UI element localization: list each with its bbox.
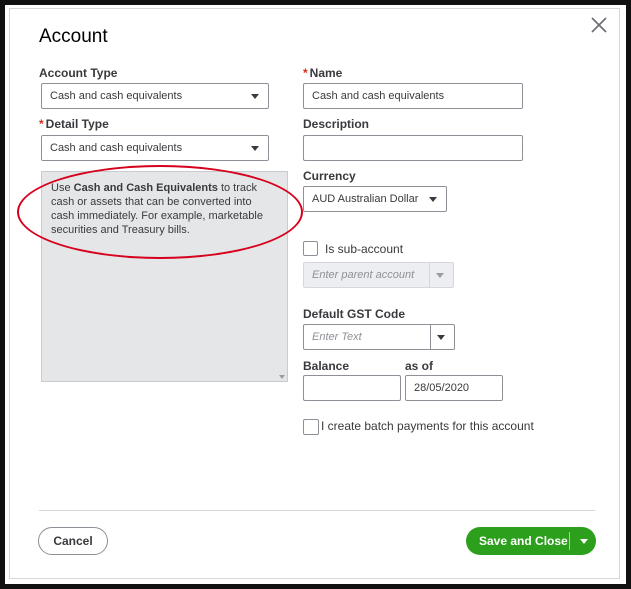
name-label-text: Name [309,66,343,80]
chevron-down-icon [429,197,437,202]
batch-payments-label: I create batch payments for this account [321,419,534,433]
description-input[interactable] [303,135,523,161]
as-of-date-input[interactable]: 28/05/2020 [405,375,503,401]
balance-label: Balance [303,359,350,373]
currency-select[interactable]: AUD Australian Dollar [303,186,447,212]
save-and-close-button[interactable]: Save and Close [466,527,596,555]
currency-label: Currency [303,169,356,183]
balance-input[interactable] [303,375,401,401]
name-label: * Name [303,66,342,80]
cancel-button[interactable]: Cancel [38,527,108,555]
close-icon[interactable] [590,16,608,34]
batch-payments-checkbox[interactable] [303,419,319,435]
account-type-label: Account Type [39,66,118,80]
parent-account-placeholder: Enter parent account [312,269,415,281]
chevron-down-icon [437,335,445,340]
detail-type-label: * Detail Type [39,117,109,131]
chevron-down-icon [251,146,259,151]
gst-placeholder: Enter Text [312,331,362,343]
chevron-down-icon [251,94,259,99]
name-input[interactable]: Cash and cash equivalents [303,83,523,109]
currency-value: AUD Australian Dollar [312,193,419,205]
sub-account-checkbox[interactable] [303,241,318,256]
as-of-label: as of [405,359,434,373]
description-label: Description [303,117,370,131]
required-marker: * [303,66,308,80]
detail-type-value: Cash and cash equivalents [50,142,183,154]
save-options-chevron-icon[interactable] [576,527,592,555]
description-bold: Cash and Cash Equivalents [73,182,218,194]
save-and-close-label: Save and Close [479,534,568,548]
account-type-select[interactable]: Cash and cash equivalents [41,83,269,109]
description-prefix: Use [51,182,74,194]
chevron-down-icon [436,273,444,278]
required-marker: * [39,117,44,131]
parent-account-select[interactable]: Enter parent account [303,262,454,288]
sub-account-label: Is sub-account [325,242,404,256]
account-type-value: Cash and cash equivalents [50,90,183,102]
split-divider [569,532,570,550]
dialog-title: Account [39,26,108,47]
detail-type-label-text: Detail Type [45,117,109,131]
detail-type-description: Use Cash and Cash Equivalents to track c… [41,171,288,382]
account-dialog: Account Account Type Cash and cash equiv… [9,8,620,579]
select-divider [429,263,430,287]
as-of-value: 28/05/2020 [414,382,470,394]
footer-divider [39,510,595,511]
gst-label: Default GST Code [303,307,406,321]
name-value: Cash and cash equivalents [312,90,445,102]
detail-type-select[interactable]: Cash and cash equivalents [41,135,269,161]
scroll-down-icon[interactable] [279,375,285,379]
gst-code-select[interactable]: Enter Text [303,324,455,350]
select-divider [430,325,431,349]
